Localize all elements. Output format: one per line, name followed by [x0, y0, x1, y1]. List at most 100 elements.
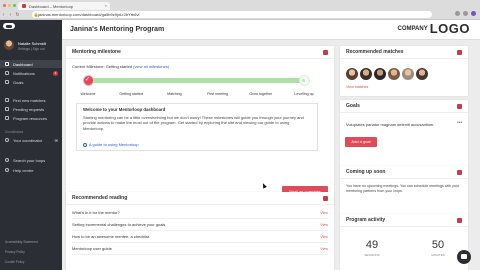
tab-title: Dashboard – Mentorloop: [29, 3, 74, 9]
guide-link-text: A guide to using Mentorloop: [89, 142, 139, 147]
reading-item[interactable]: Mentorloop user guide View: [72, 243, 328, 255]
coming-up-text: You have no upcoming meetings. You can s…: [346, 184, 460, 193]
reload-icon[interactable]: ↻: [14, 12, 21, 18]
stat-label: SESSIONS: [364, 253, 380, 257]
user-links[interactable]: Settings | Sign out: [18, 47, 45, 51]
user-plus-icon: [5, 98, 9, 102]
bookmark-icon: [323, 196, 328, 201]
sidebar: Natalie Schmidt Settings | Sign out Dash…: [0, 20, 62, 270]
match-avatar[interactable]: [388, 68, 400, 80]
sidebar-item-dashboard[interactable]: Dashboard: [0, 60, 62, 68]
reading-card-header: Recommended reading: [66, 192, 334, 205]
page-header: Janina's Mentoring Program COMPANY LOGO: [62, 20, 480, 40]
chat-widget-button[interactable]: [457, 250, 471, 264]
card-title: Program activity: [346, 217, 386, 223]
reading-item[interactable]: How to be an awesome mentee: a checklist…: [72, 231, 328, 243]
match-avatar[interactable]: [346, 68, 358, 80]
company-logo: COMPANY LOGO: [397, 22, 470, 35]
sidebar-item-label: Pending requests: [13, 106, 45, 112]
match-avatar[interactable]: [374, 68, 386, 80]
sidebar-section-title: Coordinators: [5, 130, 24, 134]
add-goal-button[interactable]: Add a goal: [345, 137, 377, 147]
footer-link-accessibility[interactable]: Accessibility Statement: [5, 240, 38, 244]
sidebar-item-label: Dashboard: [13, 61, 33, 67]
sidebar-item-help-centre[interactable]: Help centre: [0, 166, 62, 174]
stat-sessions: 49 SESSIONS: [346, 239, 398, 258]
view-all-milestones-link[interactable]: (view all milestones): [133, 64, 169, 69]
company-logo-big: LOGO: [429, 21, 470, 36]
reading-item-title: Mentorloop user guide: [72, 246, 112, 251]
bell-icon: [5, 71, 9, 75]
reading-item[interactable]: What's in it for the mentor? View: [72, 207, 328, 219]
sidebar-item-label: Notifications: [13, 70, 35, 76]
profile-icon[interactable]: [471, 11, 476, 16]
sidebar-item-find-matches[interactable]: Find new matches: [0, 96, 62, 104]
match-avatar[interactable]: [416, 68, 428, 80]
sidebar-item-pending-requests[interactable]: Pending requests: [0, 105, 62, 113]
main-content: Janina's Mentoring Program COMPANY LOGO …: [62, 20, 480, 270]
sidebar-item-coordinator[interactable]: Your coordinator ✉: [0, 136, 62, 144]
forward-icon[interactable]: ›: [7, 12, 14, 18]
coordinator-avatar-icon: [5, 138, 9, 142]
more-options-icon[interactable]: •••: [457, 120, 462, 126]
reading-item-title: How to be an awesome mentee: a checklist: [72, 234, 150, 239]
footer-link-cookie[interactable]: Cookie Policy: [5, 260, 24, 264]
match-avatar[interactable]: [402, 68, 414, 80]
milestone-node[interactable]: [298, 75, 310, 86]
star-icon[interactable]: [455, 11, 460, 16]
goal-item[interactable]: Voluptates pariatur magnam deleniti accu…: [346, 122, 435, 127]
view-matches-link[interactable]: View matches: [346, 85, 368, 89]
mail-icon[interactable]: ✉: [55, 138, 58, 143]
extension-icon[interactable]: [463, 11, 468, 16]
lock-icon: 🔒: [33, 12, 39, 17]
footer-link-privacy[interactable]: Privacy Policy: [5, 250, 25, 254]
card-title: Coming up soon: [346, 169, 386, 175]
card-title: Recommended reading: [72, 195, 128, 201]
card-title: Recommended matches: [346, 49, 404, 55]
sidebar-item-search-loops[interactable]: Search your loops: [0, 156, 62, 164]
milestone-node[interactable]: [82, 75, 94, 86]
sidebar-item-goals[interactable]: Goals: [0, 78, 62, 86]
sidebar-item-program-resources[interactable]: Program resources: [0, 114, 62, 122]
milestone-card-header: Mentoring milestone: [66, 46, 334, 59]
clock-icon: [5, 107, 9, 111]
goals-card: Goals: [340, 100, 468, 170]
target-icon: [457, 104, 462, 109]
milestone-stage-label: Levelling up: [294, 92, 314, 96]
card-title: Mentoring milestone: [72, 49, 121, 55]
reading-view-link[interactable]: View: [320, 231, 328, 243]
reading-item-title: Setting incremental challenges to achiev…: [72, 222, 166, 227]
trophy-icon: [323, 50, 328, 55]
reading-view-link[interactable]: View: [320, 207, 328, 219]
favicon-icon: [22, 4, 26, 8]
milestone-stage-label: Matching: [167, 92, 182, 96]
window-controls[interactable]: [3, 4, 16, 7]
home-icon: [5, 62, 9, 66]
browser-chrome: Dashboard – Mentorloop × ‹ › ↻ 🔒 janinas…: [0, 0, 480, 20]
stat-value: 49: [365, 239, 379, 251]
sidebar-item-label: Search your loops: [13, 157, 46, 163]
current-milestone-value: Getting started: [105, 64, 133, 69]
close-tab-icon[interactable]: ×: [105, 3, 107, 8]
matches-card-header: Recommended matches: [340, 46, 468, 59]
match-avatar[interactable]: [360, 68, 372, 80]
browser-tab[interactable]: Dashboard – Mentorloop ×: [18, 2, 110, 10]
users-icon: [457, 50, 462, 55]
guide-link[interactable]: A guide to using Mentorloop: [83, 142, 139, 147]
chart-icon: [457, 218, 462, 223]
sidebar-item-notifications[interactable]: Notifications 3: [0, 69, 62, 77]
address-bar[interactable]: 🔒 janinas.mentorloop.com/dashboard/ga5b9…: [32, 11, 432, 18]
reading-item[interactable]: Setting incremental challenges to achiev…: [72, 219, 328, 231]
book-icon: [5, 116, 9, 120]
reading-view-link[interactable]: View: [320, 219, 328, 231]
reading-view-link[interactable]: View: [320, 243, 328, 255]
avatar[interactable]: [4, 40, 14, 50]
milestone-stage-label: First meeting: [207, 92, 228, 96]
card-title: Goals: [346, 103, 360, 109]
welcome-title: Welcome to your Mentorloop dashboard: [83, 107, 166, 112]
mentorloop-logo[interactable]: [3, 23, 15, 29]
back-icon[interactable]: ‹: [0, 12, 7, 18]
user-name: Natalie Schmidt: [18, 41, 47, 46]
sidebar-item-label: Find new matches: [13, 97, 46, 103]
current-milestone: Current Milestone: Getting started (view…: [72, 64, 169, 69]
